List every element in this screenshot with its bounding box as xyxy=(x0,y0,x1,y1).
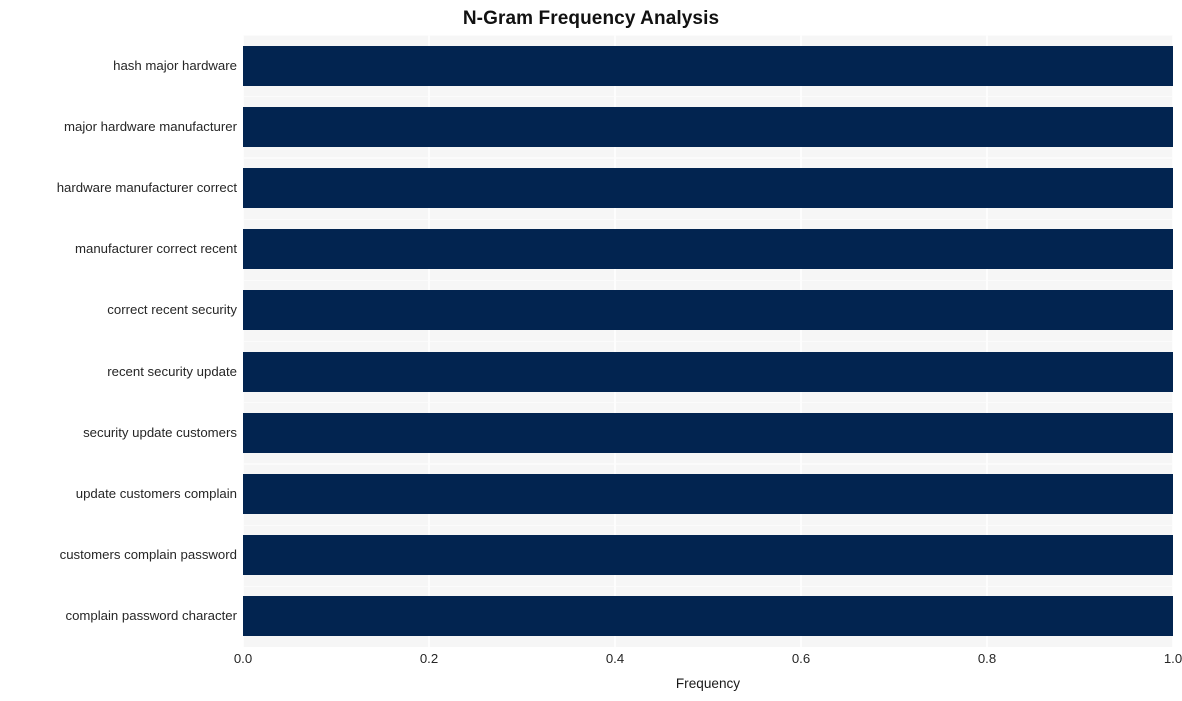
y-axis-tick-label: customers complain password xyxy=(59,547,237,563)
x-axis-tick-label: 0.2 xyxy=(419,651,439,666)
y-axis-tick-label: security update customers xyxy=(83,424,237,440)
y-axis-tick-label: correct recent security xyxy=(107,302,237,318)
gridline-horizontal xyxy=(243,157,1173,159)
gridline-horizontal xyxy=(243,96,1173,98)
chart-figure: N-Gram Frequency Analysis hash major har… xyxy=(0,0,1182,701)
y-axis-tick-label: recent security update xyxy=(107,363,237,379)
gridline-horizontal xyxy=(243,402,1173,404)
gridline-horizontal xyxy=(243,524,1173,526)
x-axis-tick-label: 1.0 xyxy=(1163,651,1182,666)
y-axis-tick-label: complain password character xyxy=(65,608,237,624)
bar xyxy=(243,168,1173,208)
bar xyxy=(243,351,1173,392)
x-axis-tick-label: 0.0 xyxy=(233,651,253,666)
gridline-horizontal xyxy=(243,218,1173,220)
bar xyxy=(243,535,1173,576)
bar xyxy=(243,596,1173,637)
gridline-horizontal xyxy=(243,341,1173,343)
x-axis-tick-label: 0.8 xyxy=(977,651,997,666)
bar xyxy=(243,474,1173,514)
y-axis-tick-label: major hardware manufacturer xyxy=(64,118,237,134)
x-axis-tick-label: 0.4 xyxy=(605,651,625,666)
bar xyxy=(243,106,1173,147)
gridline-horizontal xyxy=(243,35,1173,37)
bar xyxy=(243,229,1173,270)
bar xyxy=(243,412,1173,453)
bar xyxy=(243,45,1173,86)
y-axis-tick-label: update customers complain xyxy=(75,486,237,501)
bar xyxy=(243,290,1173,331)
chart-title: N-Gram Frequency Analysis xyxy=(462,8,720,29)
y-axis-tick-label: manufacturer correct recent xyxy=(75,241,237,257)
gridline-horizontal xyxy=(243,463,1173,465)
x-axis-title: Frequency xyxy=(675,676,741,691)
x-axis-tick-label: 0.6 xyxy=(791,651,811,666)
y-axis-tick-label: hardware manufacturer correct xyxy=(56,180,237,195)
plot-area xyxy=(243,35,1173,647)
gridline-horizontal xyxy=(243,279,1173,281)
y-axis-tick-label: hash major hardware xyxy=(113,57,237,73)
gridline-horizontal xyxy=(243,585,1173,587)
